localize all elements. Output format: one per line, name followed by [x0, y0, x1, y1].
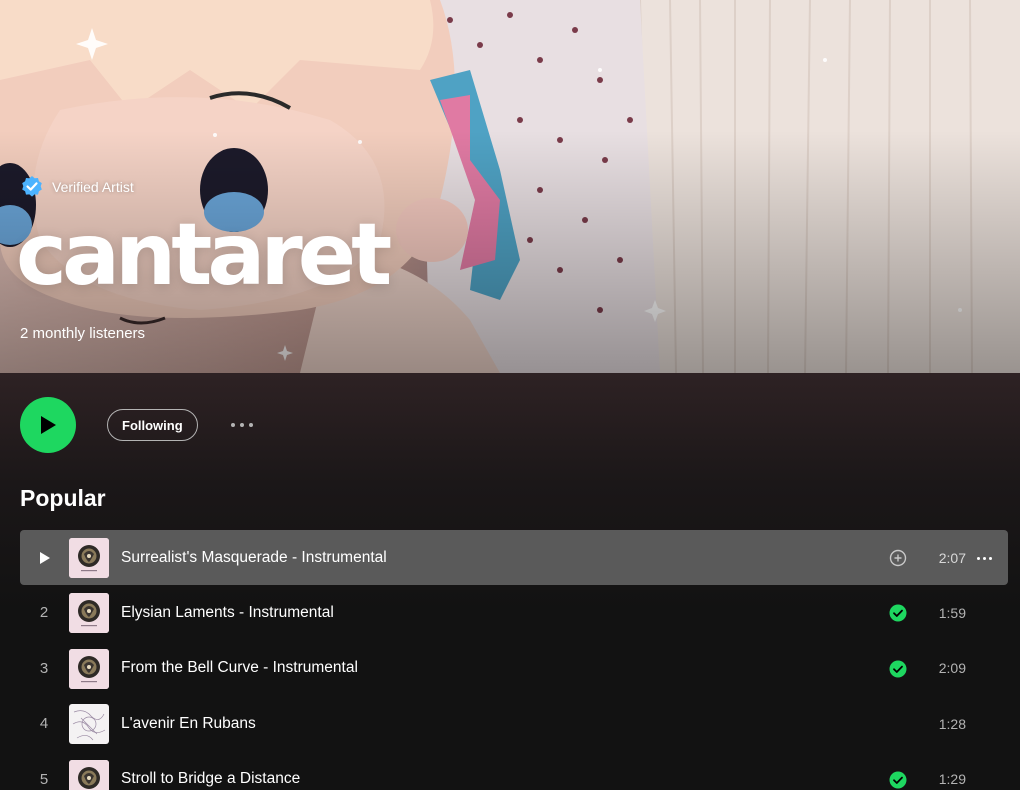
track-duration: 2:07 [938, 549, 966, 566]
verified-label: Verified Artist [52, 179, 134, 195]
monthly-listeners: 2 monthly listeners [20, 325, 146, 342]
track-row[interactable]: 2 Elysian Laments - Instrumental 1:59 [20, 585, 1008, 640]
track-duration: 1:59 [938, 604, 966, 621]
track-duration: 1:28 [938, 715, 966, 732]
track-cover-art [69, 648, 109, 689]
verified-artist-badge: Verified Artist [20, 175, 134, 199]
track-title[interactable]: Elysian Laments - Instrumental [121, 604, 334, 622]
track-more-options-button[interactable] [973, 550, 995, 566]
following-button[interactable]: Following [107, 409, 198, 441]
artist-name: cantaret [16, 205, 392, 305]
track-cover-art [69, 538, 109, 578]
track-title[interactable]: From the Bell Curve - Instrumental [121, 659, 358, 677]
play-button[interactable] [20, 397, 76, 453]
track-duration: 1:29 [938, 771, 966, 788]
track-number: 4 [39, 715, 49, 733]
track-title[interactable]: Stroll to Bridge a Distance [121, 770, 300, 788]
more-options-button[interactable] [225, 413, 259, 437]
more-dot-icon [231, 423, 235, 427]
artist-content: Following Popular Surrealist's Masquerad… [0, 373, 1020, 790]
track-row[interactable]: 4 L'avenir En Rubans 1:28 [20, 696, 1008, 751]
more-dot-icon [982, 556, 986, 560]
track-row[interactable]: 5 Stroll to Bridge a Distance 1:29 [20, 752, 1008, 790]
track-row[interactable]: Surrealist's Masquerade - Instrumental 2:… [20, 530, 1008, 585]
track-title[interactable]: L'avenir En Rubans [121, 715, 256, 733]
track-number: 5 [39, 770, 49, 788]
track-cover-art [69, 593, 109, 634]
artist-hero-banner: Verified Artist cantaret 2 monthly liste… [0, 0, 1020, 373]
verified-check-icon [22, 176, 42, 197]
popular-heading: Popular [20, 485, 106, 511]
track-duration: 2:09 [938, 660, 966, 677]
track-cover-art [69, 704, 109, 745]
track-row[interactable]: 3 From the Bell Curve - Instrumental 2:09 [20, 641, 1008, 696]
track-title[interactable]: Surrealist's Masquerade - Instrumental [121, 549, 387, 567]
add-to-library-icon[interactable] [889, 549, 907, 567]
more-dot-icon [976, 556, 980, 560]
play-icon [41, 416, 56, 434]
track-number: 3 [39, 659, 49, 677]
saved-check-icon[interactable] [889, 660, 907, 678]
hero-gradient-overlay [0, 0, 1020, 373]
more-dot-icon [988, 556, 992, 560]
track-number: 2 [39, 604, 49, 622]
track-play-icon[interactable] [39, 551, 51, 565]
more-dot-icon [240, 423, 244, 427]
more-dot-icon [249, 423, 253, 427]
track-cover-art [69, 759, 109, 790]
saved-check-icon[interactable] [889, 604, 907, 622]
saved-check-icon[interactable] [889, 771, 907, 789]
